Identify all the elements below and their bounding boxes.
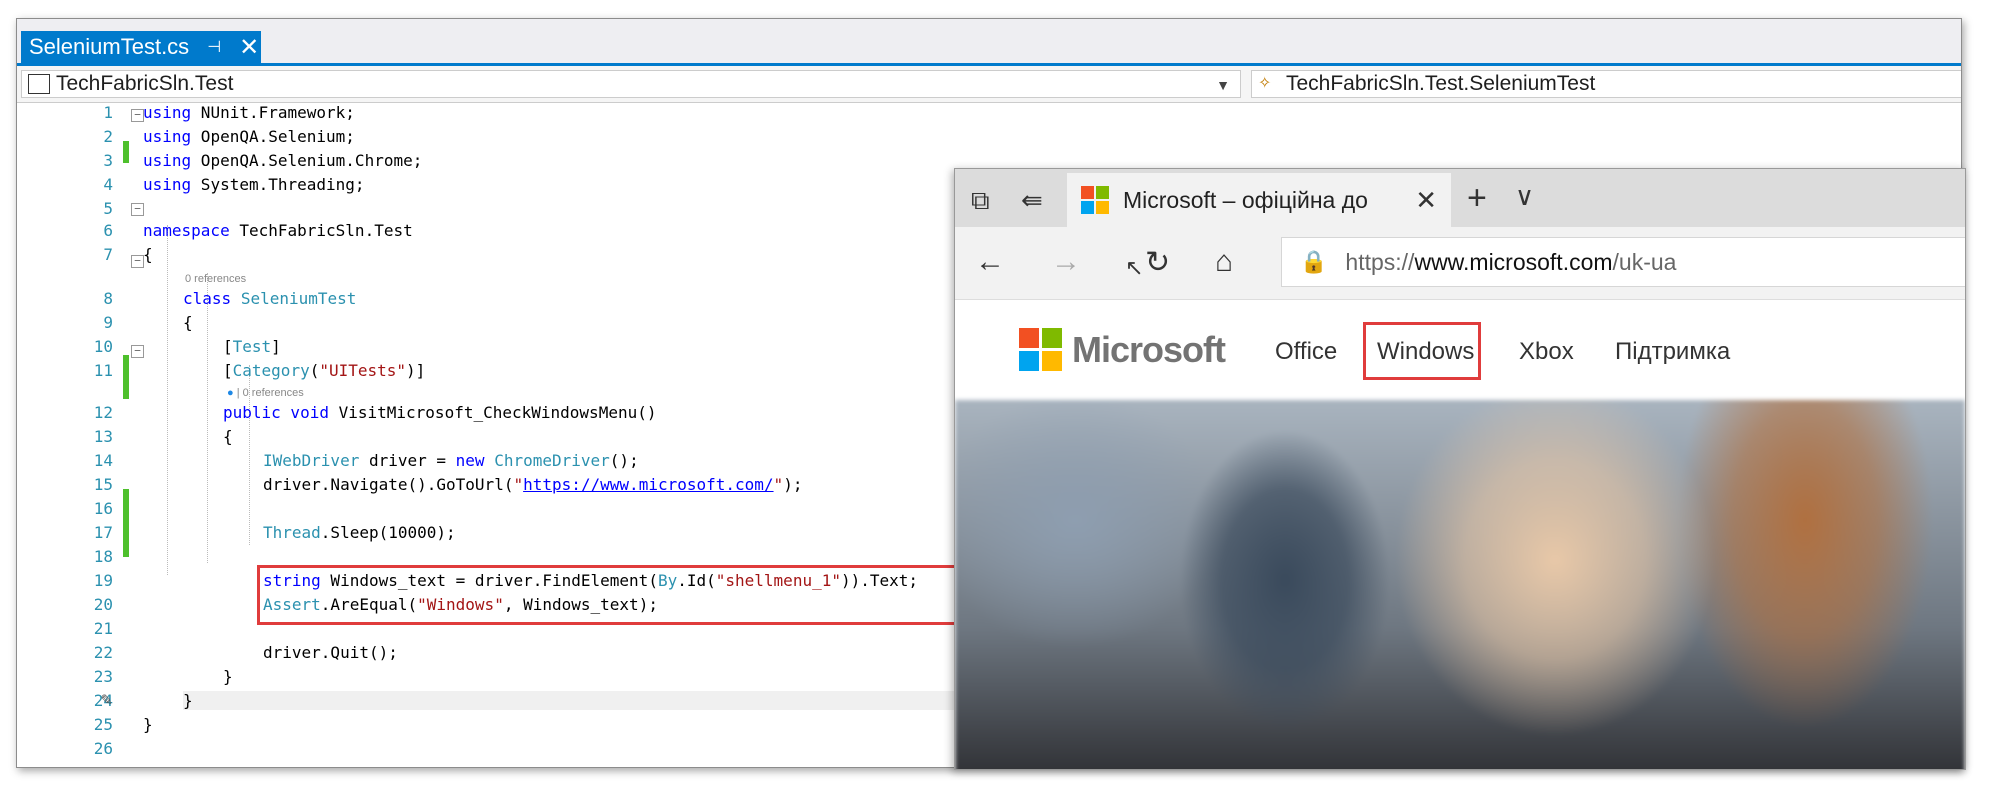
microsoft-wordmark: Microsoft bbox=[1072, 328, 1226, 370]
microsoft-logo-icon bbox=[1019, 328, 1062, 371]
tab-preview-icon[interactable]: ⧉ bbox=[971, 185, 990, 217]
microsoft-site-header: Microsoft Office Windows Xbox Підтримка bbox=[955, 300, 1965, 400]
set-aside-tabs-icon[interactable]: ⇚ bbox=[1021, 185, 1043, 216]
edge-browser-window: ⧉ ⇚ Microsoft – офіційна до ✕ + ∨ ← → ↖ … bbox=[954, 168, 1966, 770]
menu-office[interactable]: Office bbox=[1275, 338, 1337, 366]
hero-image[interactable] bbox=[955, 400, 1965, 769]
windows-highlight-box bbox=[1363, 322, 1481, 380]
tab-menu-chevron-icon[interactable]: ∨ bbox=[1515, 181, 1534, 212]
url-path: /uk-ua bbox=[1612, 248, 1677, 275]
menu-support[interactable]: Підтримка bbox=[1615, 338, 1730, 366]
address-bar[interactable]: 🔒 https://www.microsoft.com/uk-ua bbox=[1281, 237, 1965, 287]
browser-tab-microsoft[interactable]: Microsoft – офіційна до ✕ bbox=[1067, 173, 1451, 227]
microsoft-logo[interactable]: Microsoft bbox=[1019, 328, 1226, 371]
forward-arrow-icon[interactable]: → bbox=[1051, 245, 1081, 279]
lock-icon: 🔒 bbox=[1300, 249, 1328, 274]
browser-toolbar: ← → ↖ ↻ ⌂ 🔒 https://www.microsoft.com/uk… bbox=[955, 227, 1965, 300]
mouse-cursor-icon: ↖ bbox=[1125, 255, 1144, 280]
home-icon[interactable]: ⌂ bbox=[1215, 245, 1233, 279]
microsoft-favicon bbox=[1081, 186, 1109, 214]
menu-xbox[interactable]: Xbox bbox=[1519, 338, 1574, 366]
refresh-icon[interactable]: ↻ bbox=[1145, 245, 1170, 280]
browser-tab-title: Microsoft – офіційна до bbox=[1123, 186, 1368, 213]
browser-tab-strip: ⧉ ⇚ Microsoft – офіційна до ✕ + ∨ bbox=[955, 169, 1965, 227]
close-icon[interactable]: ✕ bbox=[1415, 185, 1437, 216]
url-scheme: https:// bbox=[1345, 248, 1415, 275]
back-arrow-icon[interactable]: ← bbox=[975, 245, 1005, 279]
new-tab-button[interactable]: + bbox=[1467, 179, 1487, 218]
url-domain: www.microsoft.com bbox=[1414, 248, 1613, 275]
